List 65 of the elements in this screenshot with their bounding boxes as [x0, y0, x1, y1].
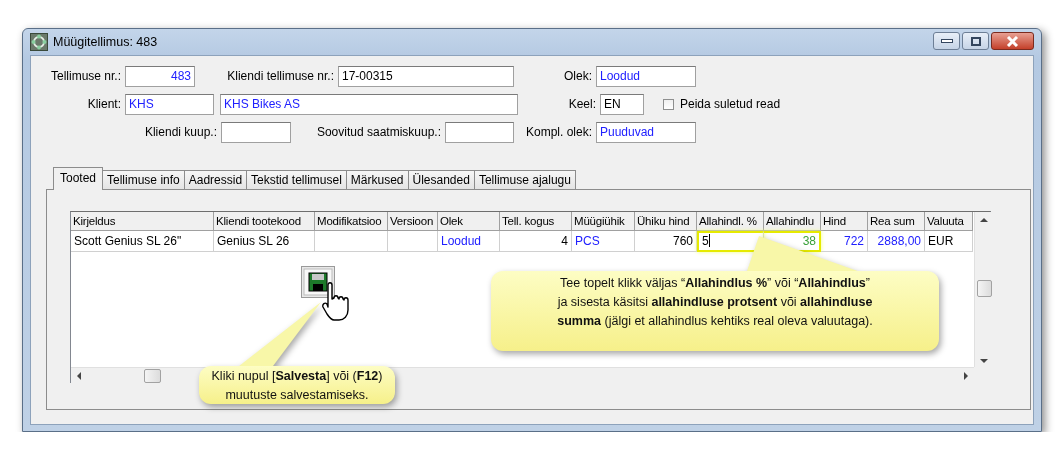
tab[interactable]: Märkused	[345, 170, 409, 189]
tooltip-text: Kliki nupul [Salvesta] või (F12) muutuste salvestamiseks.	[210, 368, 384, 404]
tab[interactable]: Aadressid	[183, 170, 248, 189]
close-icon	[1006, 35, 1019, 47]
input-field[interactable]	[445, 121, 514, 143]
maximize-button[interactable]	[962, 32, 989, 50]
tab[interactable]: Tekstid tellimusel	[246, 170, 347, 189]
tab[interactable]: Tellimuse ajalugu	[473, 170, 576, 189]
window-title: Müügitellimus: 483	[53, 35, 158, 49]
scroll-down-icon[interactable]	[980, 357, 988, 365]
table-cell: EUR	[925, 231, 973, 252]
close-button[interactable]	[991, 32, 1034, 50]
field-label: Kompl. olek:	[524, 125, 593, 139]
scroll-up-icon[interactable]	[980, 216, 988, 224]
column-header[interactable]: Ühiku hind	[635, 212, 697, 231]
input-field[interactable]: 483	[125, 65, 195, 87]
minimize-button[interactable]	[933, 32, 960, 50]
column-header[interactable]: Modifikatsioo	[315, 212, 388, 231]
input-field[interactable]: KHS Bikes AS	[220, 93, 518, 115]
input-field[interactable]: KHS	[125, 93, 214, 115]
input-field[interactable]: EN	[600, 93, 644, 115]
table-cell: Genius SL 26	[214, 231, 315, 252]
column-header[interactable]: Allahindlu	[764, 212, 821, 231]
table-cell: 2888,00	[868, 231, 925, 252]
input-field[interactable]: 17-00315	[338, 65, 514, 87]
input-field[interactable]: Loodud	[596, 65, 696, 87]
column-header[interactable]: Hind	[821, 212, 868, 231]
scroll-left-icon[interactable]	[75, 372, 83, 380]
scroll-thumb[interactable]	[977, 280, 992, 297]
table-cell: 760	[635, 231, 697, 252]
minimize-icon	[940, 38, 953, 44]
column-header[interactable]: Olek	[438, 212, 500, 231]
scroll-right-icon[interactable]	[962, 372, 970, 380]
tab[interactable]: Tooted	[53, 167, 104, 190]
column-header[interactable]: Kirjeldus	[71, 212, 214, 231]
column-header[interactable]: Kliendi tootekood	[214, 212, 315, 231]
column-header[interactable]: Allahindl. %	[697, 212, 764, 231]
column-header[interactable]: Müügiühik	[572, 212, 635, 231]
column-header[interactable]: Tell. kogus	[500, 212, 572, 231]
tooltip-text: Tee topelt klikk väljas “Allahindlus %” või “Allahindlus” ja sisesta käsitsi allahindluse protsent või allahindluse summa (jälgi et allahindlus kehtiks real oleva valuutaga).	[556, 275, 874, 330]
checkbox[interactable]	[663, 98, 674, 110]
field-label: Soovitud saatmiskuup.:	[315, 125, 442, 139]
field-label: Keel:	[567, 97, 597, 111]
field-label: Klient:	[86, 97, 122, 111]
table-cell: 722	[821, 231, 868, 252]
app-icon	[30, 33, 48, 51]
column-header[interactable]: Valuuta	[925, 212, 973, 231]
table-cell: Scott Genius SL 26"	[71, 231, 214, 252]
table-cell: PCS	[572, 231, 635, 252]
column-header[interactable]: Versioon	[388, 212, 438, 231]
field-label: Tellimuse nr.:	[49, 69, 122, 83]
field-label: Olek:	[563, 69, 593, 83]
tab[interactable]: Tellimuse info	[102, 170, 185, 189]
field-label: Kliendi kuup.:	[143, 125, 218, 139]
tab[interactable]: Ülesanded	[407, 170, 475, 189]
checkbox-label: Peida suletud read	[680, 97, 781, 111]
scroll-thumb[interactable]	[144, 369, 161, 383]
input-field[interactable]	[221, 121, 291, 143]
field-label: Kliendi tellimuse nr.:	[226, 69, 335, 83]
maximize-icon	[970, 36, 981, 46]
table-cell: Loodud	[438, 231, 500, 252]
column-header[interactable]: Rea sum	[868, 212, 925, 231]
input-field[interactable]: Puuduvad	[596, 121, 696, 143]
save-icon[interactable]	[301, 266, 335, 298]
table-cell: 4	[500, 231, 572, 252]
